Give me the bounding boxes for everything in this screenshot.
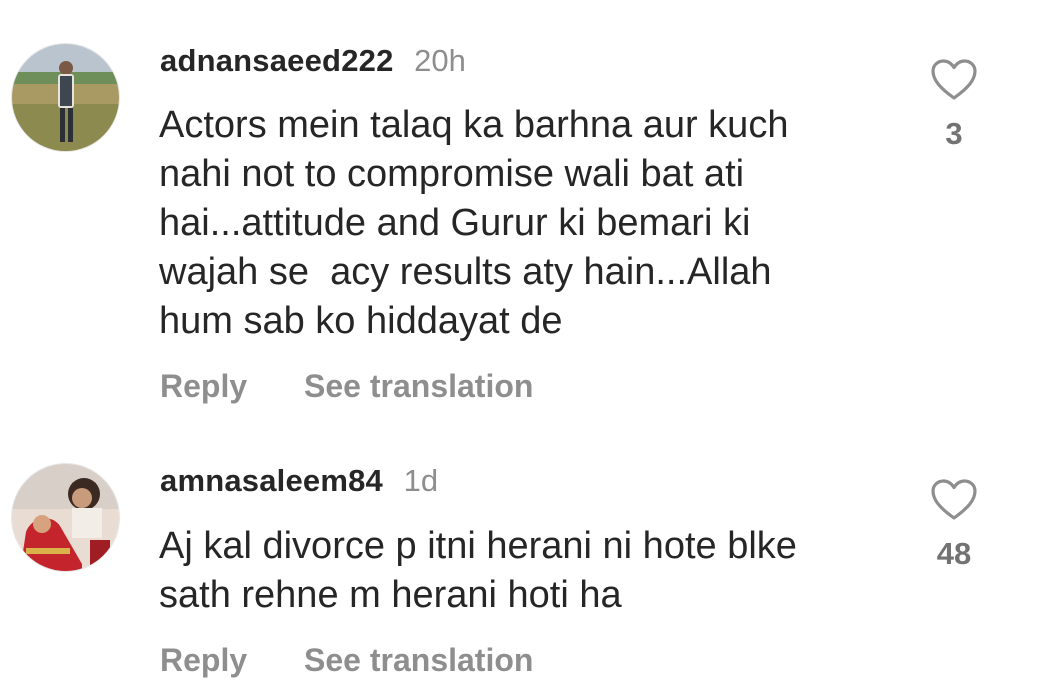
comment-item: amnasaleem84 1d Aj kal divorce p itni he… (0, 440, 1044, 700)
like-control: 48 (918, 478, 990, 572)
see-translation-button[interactable]: See translation (304, 640, 533, 680)
comment-actions: Reply See translation (160, 640, 533, 680)
like-count: 48 (936, 536, 972, 571)
heart-outline-icon[interactable] (930, 478, 978, 522)
see-translation-button[interactable]: See translation (304, 366, 533, 406)
avatar[interactable] (12, 44, 119, 151)
comment-text: Aj kal divorce p itni herani ni hote blk… (159, 522, 879, 620)
comment-timestamp: 20h (414, 43, 466, 78)
like-control: 3 (918, 58, 990, 152)
username-link[interactable]: adnansaeed222 (160, 43, 394, 78)
heart-outline-icon[interactable] (930, 58, 978, 102)
comment-text: Actors mein talaq ka barhna aur kuch nah… (159, 101, 879, 346)
avatar-photo (12, 464, 119, 571)
reply-button[interactable]: Reply (160, 640, 247, 680)
comment-text-line: wajah se acy results aty hain...Allah (159, 251, 772, 293)
comment-header: adnansaeed222 20h (160, 41, 466, 81)
comment-actions: Reply See translation (160, 366, 533, 406)
avatar-photo (12, 44, 119, 151)
comment-header: amnasaleem84 1d (160, 461, 438, 501)
username-link[interactable]: amnasaleem84 (160, 463, 383, 498)
comment-text-line: hum sab ko hiddayat de (159, 300, 563, 342)
comment-text-line: nahi not to compromise wali bat ati (159, 153, 745, 195)
avatar[interactable] (12, 464, 119, 571)
comment-text-line: Actors mein talaq ka barhna aur kuch (159, 104, 789, 146)
comment-timestamp: 1d (403, 463, 439, 498)
comment-text-line: hai...attitude and Gurur ki bemari ki (159, 202, 751, 244)
comment-text-line: sath rehne m herani hoti ha (159, 574, 622, 616)
comment-item: adnansaeed222 20h Actors mein talaq ka b… (0, 0, 1044, 420)
comment-text-line: Aj kal divorce p itni herani ni hote blk… (159, 525, 797, 567)
reply-button[interactable]: Reply (160, 366, 247, 406)
like-count: 3 (945, 116, 963, 151)
